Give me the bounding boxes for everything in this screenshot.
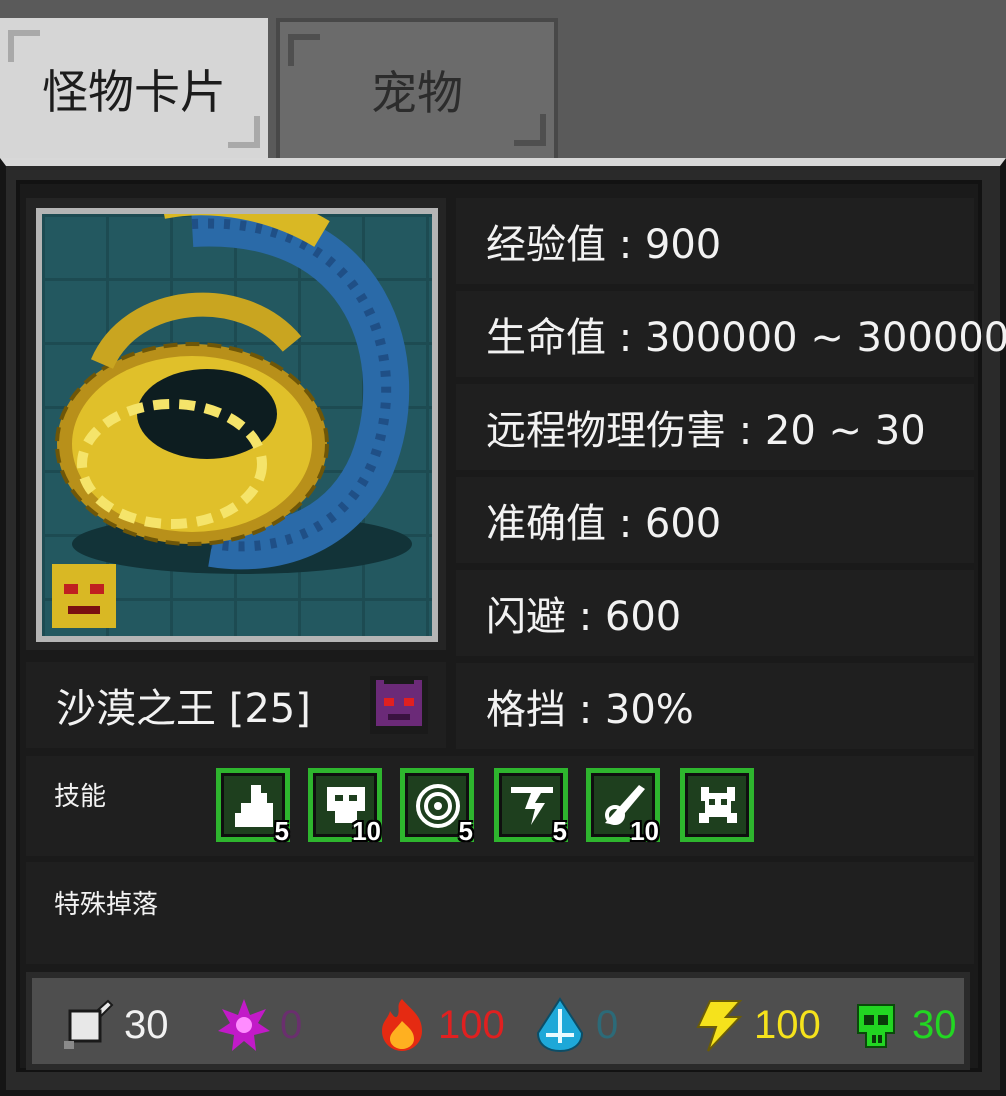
corner-decoration (514, 114, 546, 146)
tab-pet[interactable]: 宠物 (276, 18, 558, 158)
purple-demon-icon (370, 676, 428, 734)
skill-level: 10 (352, 816, 381, 846)
tab-monster-card[interactable]: 怪物卡片 (0, 18, 268, 160)
skill-slot-5[interactable]: 10 (586, 768, 660, 846)
corner-decoration (288, 34, 320, 66)
corner-decoration (228, 116, 260, 148)
goblin-icon (699, 787, 737, 823)
stat-ranged-damage-text: 远程物理伤害 : 20 ~ 30 (486, 408, 926, 454)
skill-level: 5 (458, 816, 473, 846)
stat-block: 格挡 : 30% (456, 663, 974, 749)
physical-sword-icon (64, 999, 114, 1049)
skill-level: 5 (274, 816, 289, 846)
special-drop-section: 特殊掉落 (26, 862, 974, 964)
arcane-star-icon (218, 999, 270, 1051)
corner-decoration (8, 30, 40, 62)
stat-hp-text: 生命值 : 300000 ~ 300000 (486, 315, 1006, 361)
skills-label: 技能 (54, 782, 107, 812)
resistance-value: 0 (596, 1002, 619, 1047)
shatter-icon (511, 787, 553, 825)
stat-evasion-text: 闪避 : 600 (486, 594, 682, 640)
fire-icon (382, 999, 422, 1051)
stat-hp: 生命值 : 300000 ~ 300000 (456, 291, 1006, 377)
resistance-value: 100 (438, 1002, 505, 1047)
resistance-physical: 30 (60, 990, 169, 1060)
resistance-bar: 30 0 100 0 100 30 (26, 972, 970, 1070)
water-drop-icon (536, 997, 584, 1053)
tab-monster-card-label: 怪物卡片 (42, 65, 226, 119)
skill-level: 5 (552, 816, 567, 846)
special-drop-label: 特殊掉落 (54, 890, 159, 920)
resistance-value: 30 (124, 1002, 169, 1047)
skills-section: 技能 5 10 5 5 10 (26, 756, 974, 856)
skill-slot-3[interactable]: 5 (400, 768, 474, 846)
monster-name: 沙漠之王 [25] (56, 686, 311, 732)
stat-accuracy: 准确值 : 600 (456, 477, 974, 563)
stat-ranged-damage: 远程物理伤害 : 20 ~ 30 (456, 384, 974, 470)
poison-skull-icon (857, 1004, 895, 1048)
resistance-arcane: 0 (216, 990, 302, 1060)
monster-portrait (36, 208, 438, 642)
stat-exp-text: 经验值 : 900 (486, 222, 722, 268)
resistance-lightning: 100 (690, 990, 821, 1060)
resistance-value: 0 (280, 1002, 303, 1047)
skill-slot-2[interactable]: 10 (308, 768, 382, 846)
skill-slot-6[interactable] (680, 768, 754, 842)
resistance-fire: 100 (374, 990, 505, 1060)
lightning-icon (696, 1000, 743, 1052)
resistance-value: 30 (912, 1002, 957, 1047)
skill-slot-4[interactable]: 5 (494, 768, 568, 846)
resistance-poison: 30 (848, 990, 957, 1060)
monster-name-box: 沙漠之王 [25] (26, 662, 446, 748)
stat-accuracy-text: 准确值 : 600 (486, 501, 722, 547)
resistance-water: 0 (532, 990, 618, 1060)
stat-block-text: 格挡 : 30% (486, 687, 694, 733)
stat-evasion: 闪避 : 600 (456, 570, 974, 656)
tab-pet-label: 宠物 (371, 66, 463, 120)
resistance-value: 100 (754, 1002, 821, 1047)
skill-slot-1[interactable]: 5 (216, 768, 290, 846)
vortex-icon (416, 784, 460, 828)
sandworm-image (52, 214, 412, 628)
stat-exp: 经验值 : 900 (456, 198, 974, 284)
skill-level: 10 (630, 816, 659, 846)
hooded-figure-icon (235, 785, 273, 827)
